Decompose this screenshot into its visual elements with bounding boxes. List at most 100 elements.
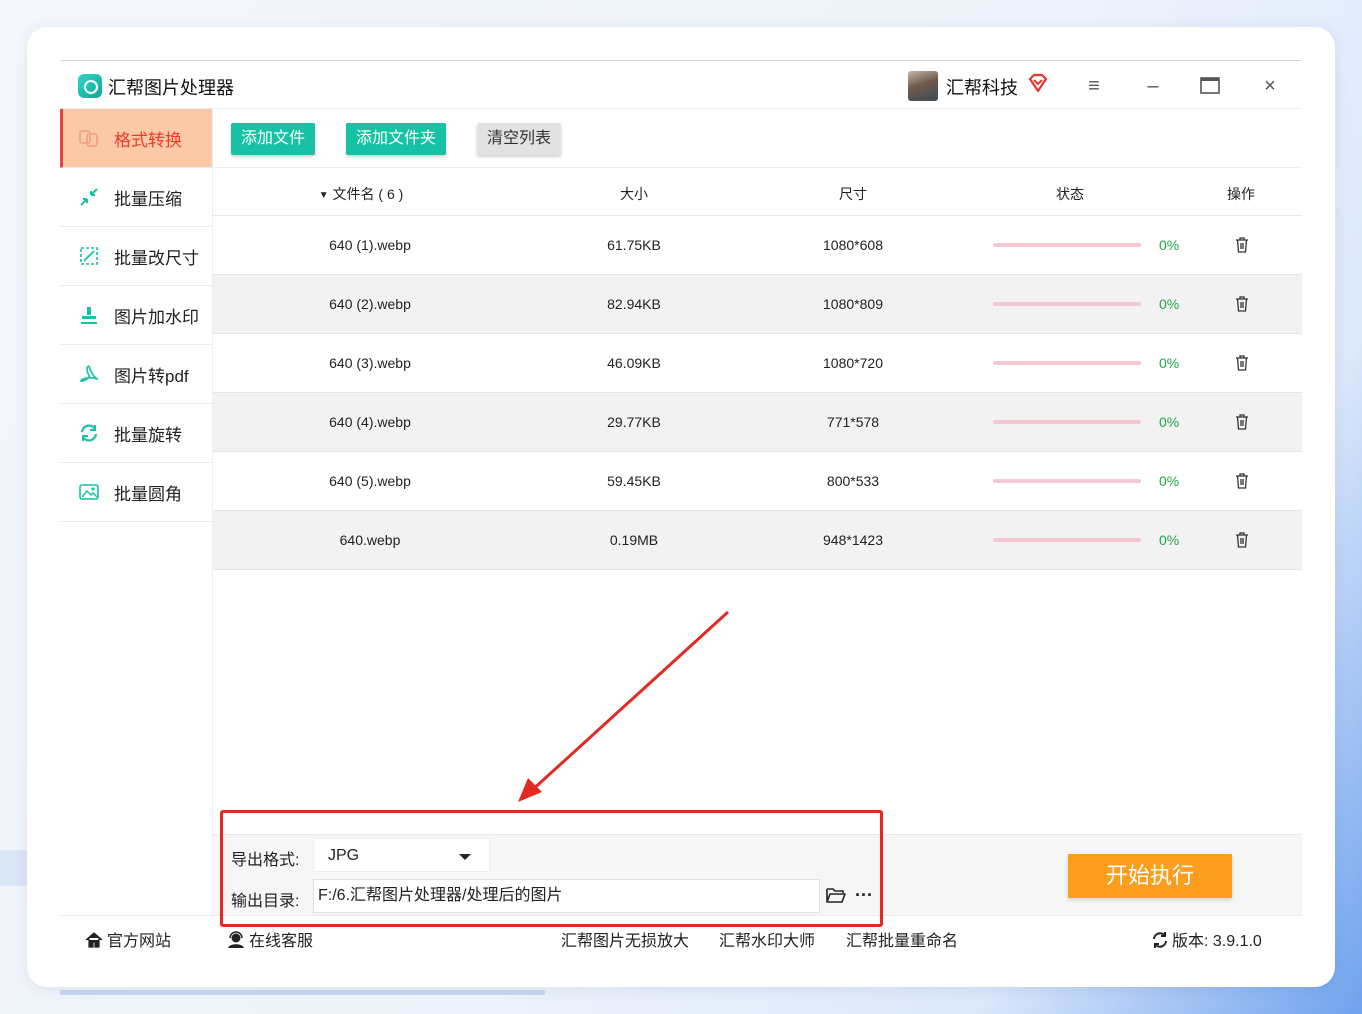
official-website-link[interactable]: 官方网站 <box>84 927 171 951</box>
sidebar-item-resize[interactable]: 批量改尺寸 <box>60 227 212 286</box>
background-scrollbar <box>60 990 545 995</box>
output-path-field[interactable]: F:/6.汇帮图片处理器/处理后的图片 <box>313 879 820 913</box>
footer-link-upscale[interactable]: 汇帮图片无损放大 <box>561 927 689 951</box>
toolbar: 添加文件 添加文件夹 清空列表 <box>213 109 1302 168</box>
output-dir-label: 输出目录: <box>231 893 300 910</box>
sort-caret-icon: ▼ <box>318 190 329 201</box>
home-icon <box>85 932 103 948</box>
progress-bar <box>993 420 1141 424</box>
more-options-icon[interactable]: ··· <box>855 885 873 906</box>
file-name: 640 (3).webp <box>329 355 411 371</box>
sidebar-item-compress[interactable]: 批量压缩 <box>60 168 212 227</box>
minimize-icon[interactable]: – <box>1140 73 1166 99</box>
app-title: 汇帮图片处理器 <box>108 78 234 98</box>
file-size: 29.77KB <box>607 414 661 430</box>
delete-icon[interactable] <box>1233 295 1251 313</box>
header-status: 状态 <box>1056 186 1084 202</box>
file-size: 59.45KB <box>607 473 661 489</box>
delete-icon[interactable] <box>1233 472 1251 490</box>
export-format-value: JPG <box>328 847 360 864</box>
online-service-label: 在线客服 <box>249 933 314 950</box>
version-info[interactable]: 版本: 3.9.1.0 <box>1151 927 1262 951</box>
progress-bar <box>993 361 1141 365</box>
header-filename[interactable]: ▼ 文件名 ( 6 ) <box>319 184 404 204</box>
sidebar-item-watermark[interactable]: 图片加水印 <box>60 286 212 345</box>
progress-percent: 0% <box>1159 237 1180 253</box>
export-format-select[interactable]: JPG <box>313 838 490 872</box>
app-window: 汇帮图片处理器 汇帮科技 ≡ – × 格式转换 批量压缩 批量改尺寸 图片加水印… <box>60 60 1302 958</box>
title-bar: 汇帮图片处理器 汇帮科技 ≡ – × <box>60 61 1302 109</box>
sidebar-item-pdf[interactable]: 图片转pdf <box>60 345 212 404</box>
footer-link-watermark[interactable]: 汇帮水印大师 <box>719 927 815 951</box>
export-panel: 导出格式: JPG 输出目录: F:/6.汇帮图片处理器/处理后的图片 ··· … <box>213 834 1302 915</box>
sidebar: 格式转换 批量压缩 批量改尺寸 图片加水印 图片转pdf 批量旋转 批量圆角 <box>60 109 213 915</box>
file-dimensions: 1080*809 <box>823 296 883 312</box>
table-row[interactable]: 640 (3).webp 46.09KB 1080*720 0% <box>213 334 1302 393</box>
file-size: 61.75KB <box>607 237 661 253</box>
maximize-icon[interactable] <box>1199 76 1221 96</box>
version-label: 版本: 3.9.1.0 <box>1172 933 1262 950</box>
resize-icon <box>78 245 100 267</box>
chevron-down-icon <box>459 854 471 860</box>
file-name: 640.webp <box>339 532 401 548</box>
delete-icon[interactable] <box>1233 531 1251 549</box>
file-name: 640 (5).webp <box>329 473 411 489</box>
compress-icon <box>78 186 100 208</box>
refresh-icon <box>1153 932 1167 948</box>
progress-percent: 0% <box>1159 355 1180 371</box>
delete-icon[interactable] <box>1233 354 1251 372</box>
footer-link-rename[interactable]: 汇帮批量重命名 <box>846 927 958 951</box>
progress-percent: 0% <box>1159 414 1180 430</box>
file-size: 0.19MB <box>609 532 659 548</box>
folder-icon[interactable] <box>825 885 847 905</box>
table-row[interactable]: 640 (5).webp 59.45KB 800*533 0% <box>213 452 1302 511</box>
progress-percent: 0% <box>1159 532 1180 548</box>
format-convert-icon <box>78 127 100 149</box>
table-row[interactable]: 640 (1).webp 61.75KB 1080*608 0% <box>213 216 1302 275</box>
file-dimensions: 1080*608 <box>823 237 883 253</box>
sidebar-item-label: 批量改尺寸 <box>114 248 199 268</box>
add-folder-button[interactable]: 添加文件夹 <box>346 123 447 155</box>
file-size: 46.09KB <box>607 355 661 371</box>
delete-icon[interactable] <box>1233 413 1251 431</box>
progress-percent: 0% <box>1159 473 1180 489</box>
table-row[interactable]: 640.webp 0.19MB 948*1423 0% <box>213 511 1302 570</box>
file-dimensions: 948*1423 <box>823 532 883 548</box>
file-name: 640 (1).webp <box>329 237 411 253</box>
header-filename-label: 文件名 ( 6 ) <box>332 186 404 202</box>
app-logo-icon <box>78 74 102 98</box>
rotate-icon <box>78 422 100 444</box>
table-row[interactable]: 640 (2).webp 82.94KB 1080*809 0% <box>213 275 1302 334</box>
header-operations: 操作 <box>1227 186 1255 202</box>
add-file-button[interactable]: 添加文件 <box>231 123 316 155</box>
close-icon[interactable]: × <box>1257 73 1283 99</box>
background-stripe <box>0 850 30 886</box>
user-name[interactable]: 汇帮科技 <box>946 74 1018 100</box>
sidebar-item-round-corner[interactable]: 批量圆角 <box>60 463 212 522</box>
file-name: 640 (2).webp <box>329 296 411 312</box>
progress-bar <box>993 538 1141 542</box>
pdf-icon <box>78 363 100 385</box>
delete-icon[interactable] <box>1233 236 1251 254</box>
start-button[interactable]: 开始执行 <box>1068 854 1232 898</box>
sidebar-item-format-convert[interactable]: 格式转换 <box>60 109 212 168</box>
round-corner-icon <box>78 481 100 503</box>
file-size: 82.94KB <box>607 296 661 312</box>
table-row[interactable]: 640 (4).webp 29.77KB 771*578 0% <box>213 393 1302 452</box>
online-service-link[interactable]: 在线客服 <box>226 927 313 951</box>
sidebar-item-rotate[interactable]: 批量旋转 <box>60 404 212 463</box>
clear-list-button[interactable]: 清空列表 <box>477 123 562 155</box>
menu-icon[interactable]: ≡ <box>1081 73 1107 99</box>
sidebar-item-label: 批量压缩 <box>114 189 182 209</box>
watermark-icon <box>78 304 100 326</box>
file-table: ▼ 文件名 ( 6 ) 大小 尺寸 状态 操作 640 (1).webp 61.… <box>213 168 1302 570</box>
vip-diamond-icon[interactable] <box>1027 72 1049 94</box>
sidebar-item-label: 批量旋转 <box>114 425 182 445</box>
file-name: 640 (4).webp <box>329 414 411 430</box>
progress-bar <box>993 302 1141 306</box>
header-dimensions: 尺寸 <box>839 186 867 202</box>
sidebar-item-label: 图片加水印 <box>114 307 199 327</box>
avatar[interactable] <box>908 71 938 101</box>
customer-service-icon <box>228 931 244 948</box>
file-dimensions: 771*578 <box>826 414 880 430</box>
